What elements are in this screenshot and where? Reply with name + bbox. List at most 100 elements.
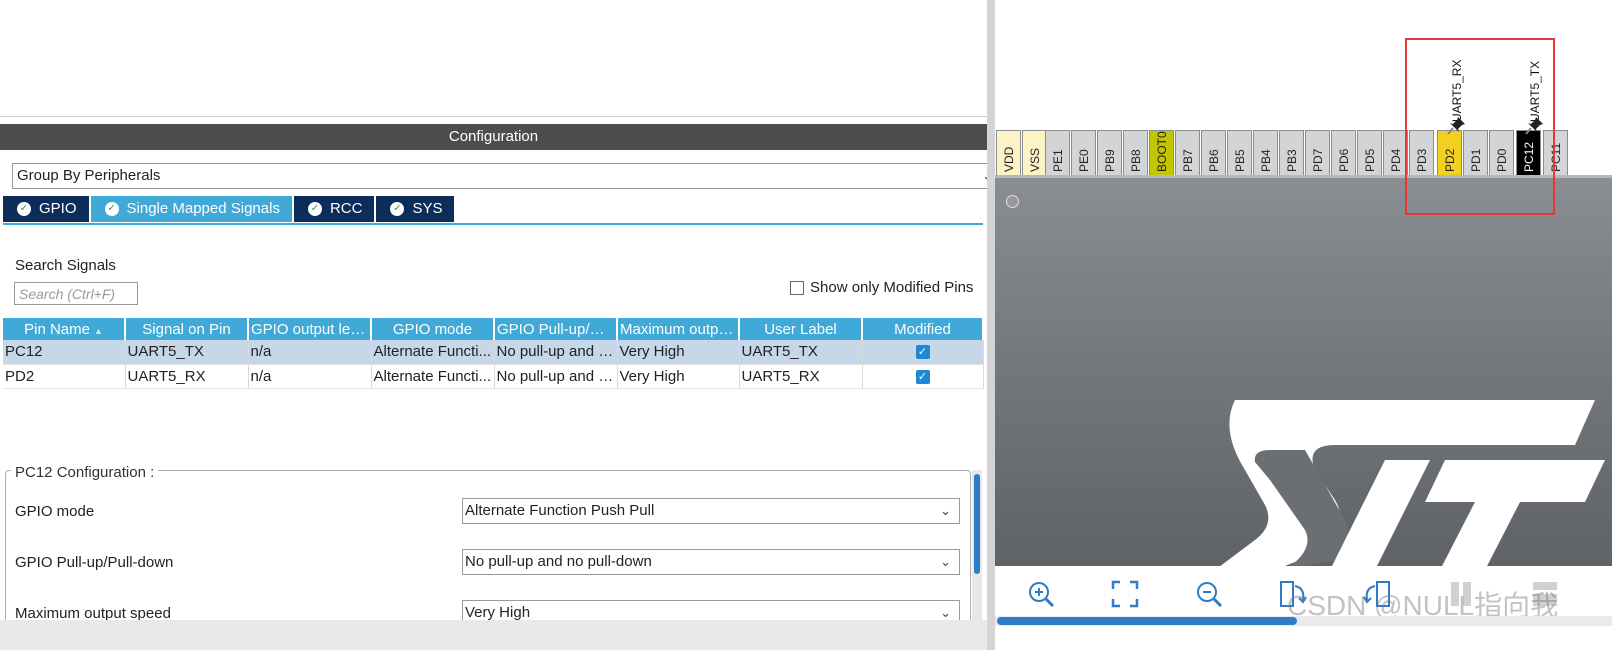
pin-label: PB4 bbox=[1258, 149, 1273, 172]
cell-level: n/a bbox=[248, 364, 372, 389]
pin-label: PD6 bbox=[1336, 148, 1351, 172]
pin-vss[interactable]: VSS bbox=[1022, 130, 1047, 176]
cell-pin: PC12 bbox=[3, 340, 126, 365]
column-header-pin-name[interactable]: Pin Name ▲ bbox=[3, 318, 126, 340]
show-modified-label: Show only Modified Pins bbox=[810, 279, 974, 296]
show-modified-pins-checkbox[interactable]: Show only Modified Pins bbox=[790, 279, 973, 296]
check-circle-icon: ✓ bbox=[104, 202, 119, 216]
pin-label: PE1 bbox=[1050, 149, 1065, 172]
tab-gpio[interactable]: ✓ GPIO bbox=[3, 196, 89, 222]
gpio-pull-dropdown[interactable]: No pull-up and no pull-down ⌄ bbox=[462, 549, 960, 575]
pin-boot0[interactable]: BOOT0 bbox=[1149, 130, 1174, 176]
column-header-pull[interactable]: GPIO Pull-up/Pu... bbox=[494, 318, 618, 340]
pin-label: BOOT0 bbox=[1154, 131, 1169, 172]
cell-pin: PD2 bbox=[3, 364, 126, 389]
pin-pe0[interactable]: PE0 bbox=[1071, 130, 1096, 176]
column-header-signal[interactable]: Signal on Pin bbox=[125, 318, 249, 340]
gpio-mode-value: Alternate Function Push Pull bbox=[465, 502, 655, 519]
cell-mode: Alternate Functi... bbox=[371, 364, 495, 389]
pin-pd6[interactable]: PD6 bbox=[1331, 130, 1356, 176]
panel-splitter[interactable] bbox=[987, 0, 995, 650]
bottom-strip bbox=[995, 626, 1612, 650]
max-speed-value: Very High bbox=[465, 604, 531, 621]
gpio-mode-dropdown[interactable]: Alternate Function Push Pull ⌄ bbox=[462, 498, 960, 524]
tab-rcc[interactable]: ✓ RCC bbox=[293, 196, 375, 222]
empty-area bbox=[0, 0, 987, 117]
cell-speed: Very High bbox=[617, 364, 740, 389]
cell-modified[interactable]: ✓ bbox=[862, 364, 984, 389]
pin-label: PD7 bbox=[1310, 148, 1325, 172]
pin-pb7[interactable]: PB7 bbox=[1175, 130, 1200, 176]
gpio-pull-value: No pull-up and no pull-down bbox=[465, 553, 652, 570]
cell-mode: Alternate Functi... bbox=[371, 340, 495, 365]
pin-label: PB8 bbox=[1128, 149, 1143, 172]
cell-signal: UART5_TX bbox=[125, 340, 249, 365]
gpio-mode-label: GPIO mode bbox=[15, 503, 95, 520]
table-header-row: Pin Name ▲ Signal on Pin GPIO output leve… bbox=[3, 318, 984, 340]
tab-label: SYS bbox=[412, 200, 443, 217]
chevron-down-icon: ⌄ bbox=[940, 554, 951, 569]
pin1-marker bbox=[1006, 195, 1019, 208]
column-header-max-speed[interactable]: Maximum output... bbox=[617, 318, 740, 340]
pin-label: VDD bbox=[1001, 146, 1016, 172]
zoom-out-icon[interactable] bbox=[1193, 578, 1225, 610]
cell-level: n/a bbox=[248, 340, 372, 365]
pin-pb8[interactable]: PB8 bbox=[1123, 130, 1148, 176]
checked-box-icon[interactable]: ✓ bbox=[915, 369, 930, 384]
table-row[interactable]: PC12 UART5_TX n/a Alternate Functi... No… bbox=[3, 340, 984, 365]
configuration-panel: Configuration Group By Peripherals ⌄ ✓ G… bbox=[0, 0, 987, 650]
group-by-dropdown[interactable]: Group By Peripherals ⌄ bbox=[12, 163, 987, 189]
pin-label: PD4 bbox=[1388, 148, 1403, 172]
fit-screen-icon[interactable] bbox=[1109, 578, 1141, 610]
column-header-output-level[interactable]: GPIO output level bbox=[248, 318, 372, 340]
group-by-value: Group By Peripherals bbox=[17, 167, 161, 184]
tab-sys[interactable]: ✓ SYS bbox=[376, 196, 455, 222]
pin-label: VSS bbox=[1027, 147, 1042, 172]
pin-configuration-title: PC12 Configuration : bbox=[11, 464, 159, 481]
search-signals-label: Search Signals bbox=[15, 257, 116, 274]
search-input[interactable] bbox=[14, 282, 138, 305]
cell-speed: Very High bbox=[617, 340, 740, 365]
pin-pd5[interactable]: PD5 bbox=[1357, 130, 1382, 176]
tab-underline bbox=[3, 223, 983, 225]
pin-pe1[interactable]: PE1 bbox=[1045, 130, 1070, 176]
checked-box-icon[interactable]: ✓ bbox=[915, 345, 930, 360]
pin-pb4[interactable]: PB4 bbox=[1253, 130, 1278, 176]
pin-label: PE0 bbox=[1076, 149, 1091, 172]
cell-modified[interactable]: ✓ bbox=[862, 340, 984, 365]
cell-signal: UART5_RX bbox=[125, 364, 249, 389]
pin-label: PB7 bbox=[1180, 149, 1195, 172]
pin-label: PB5 bbox=[1232, 149, 1247, 172]
signals-table: Pin Name ▲ Signal on Pin GPIO output leve… bbox=[3, 318, 984, 389]
pin-pb6[interactable]: PB6 bbox=[1201, 130, 1226, 176]
tab-label: RCC bbox=[329, 200, 363, 217]
pin-pb5[interactable]: PB5 bbox=[1227, 130, 1252, 176]
st-logo bbox=[1215, 400, 1605, 570]
pin-pb9[interactable]: PB9 bbox=[1097, 130, 1122, 176]
zoom-in-icon[interactable] bbox=[1025, 578, 1057, 610]
table-row[interactable]: PD2 UART5_RX n/a Alternate Functi... No … bbox=[3, 364, 984, 389]
column-header-modified[interactable]: Modified bbox=[862, 318, 984, 340]
pinout-view: VDD VSS PE1 PE0 PB9 PB8 BOOT0 PB7 PB6 PB… bbox=[995, 0, 1612, 650]
configuration-header: Configuration bbox=[0, 124, 987, 150]
sort-up-icon: ▲ bbox=[93, 325, 103, 336]
pin-vdd[interactable]: VDD bbox=[996, 130, 1021, 176]
tab-label: GPIO bbox=[39, 200, 77, 217]
vertical-scrollbar-thumb[interactable] bbox=[974, 474, 980, 574]
pin-pb3[interactable]: PB3 bbox=[1279, 130, 1304, 176]
gpio-pull-label: GPIO Pull-up/Pull-down bbox=[15, 554, 174, 571]
pin-label: PB3 bbox=[1284, 149, 1299, 172]
check-circle-icon: ✓ bbox=[307, 202, 322, 216]
cell-pull: No pull-up and n... bbox=[494, 340, 618, 365]
check-circle-icon: ✓ bbox=[17, 202, 31, 216]
peripheral-tabs: ✓ GPIO ✓ Single Mapped Signals ✓ RCC ✓ S… bbox=[3, 196, 456, 222]
checkbox-icon[interactable] bbox=[790, 280, 804, 295]
highlight-box bbox=[1405, 38, 1555, 215]
cell-user-label: UART5_RX bbox=[739, 364, 863, 389]
tab-single-mapped-signals[interactable]: ✓ Single Mapped Signals bbox=[90, 196, 292, 222]
horizontal-scrollbar-thumb[interactable] bbox=[997, 617, 1297, 625]
column-header-user-label[interactable]: User Label bbox=[739, 318, 863, 340]
column-header-gpio-mode[interactable]: GPIO mode bbox=[371, 318, 495, 340]
pin-pd7[interactable]: PD7 bbox=[1305, 130, 1330, 176]
chevron-down-icon: ⌄ bbox=[940, 503, 951, 518]
